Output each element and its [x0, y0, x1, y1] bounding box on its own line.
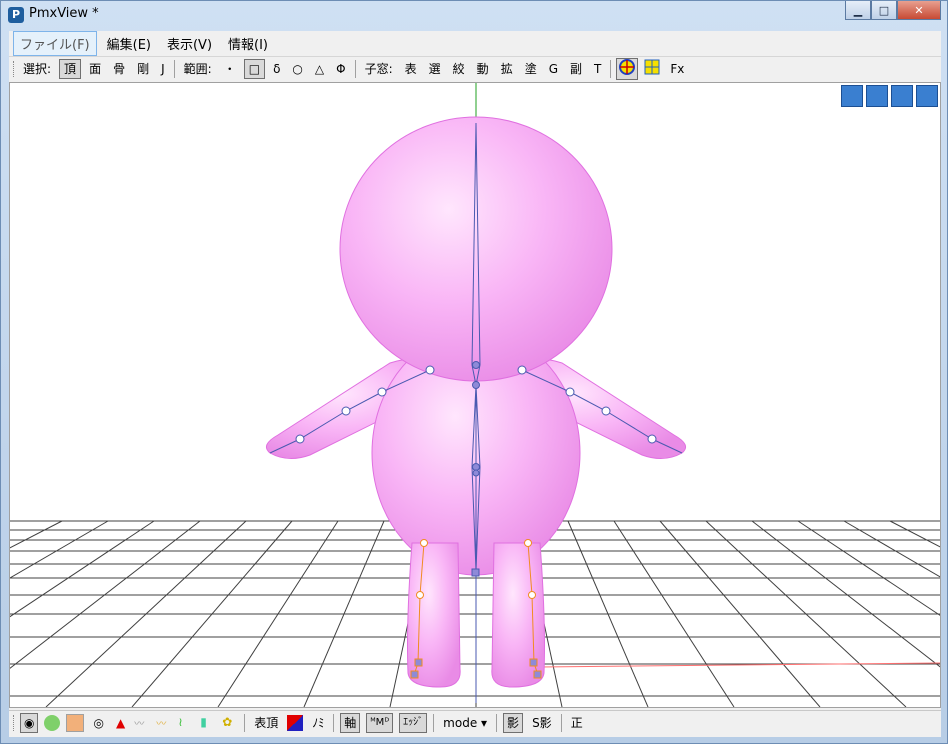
status-separator [333, 714, 335, 732]
toolbar-separator [173, 60, 175, 78]
aqua-icon[interactable]: ▮ [200, 715, 216, 731]
window-title: PmxView * [29, 6, 99, 21]
scene[interactable] [10, 83, 940, 707]
ortho-toggle[interactable]: 正 [568, 714, 586, 732]
range-delta-button[interactable]: δ [269, 60, 284, 78]
move-icon[interactable] [866, 85, 888, 107]
vertex-dot-toggle[interactable]: ◉ [20, 713, 39, 733]
menu-bar: ファイル(F) 編集(E) 表示(V) 情報(I) [9, 30, 941, 56]
range-circle-button[interactable]: ○ [288, 60, 306, 78]
fx-button[interactable]: Fx [666, 60, 688, 78]
range-rect-button[interactable]: □ [243, 59, 266, 79]
vertex-label[interactable]: 表頂 [251, 714, 281, 732]
select-bone-button[interactable]: 骨 [109, 60, 129, 78]
status-separator [244, 714, 246, 732]
yellow-icon[interactable]: ✿ [222, 715, 238, 731]
range-point-button[interactable]: ・ [220, 60, 240, 78]
zoom-icon[interactable] [891, 85, 913, 107]
select-face-button[interactable]: 面 [85, 60, 105, 78]
toolbar: 選択: 頂 面 骨 剛 J 範囲: ・ □ δ ○ △ Φ 子窓: 表 選 絞 … [9, 56, 941, 81]
mesh-icon[interactable] [44, 715, 61, 731]
3d-viewport[interactable] [9, 82, 941, 708]
mi-label[interactable]: ﾉﾐ [309, 714, 327, 732]
select-vertex-button[interactable]: 頂 [59, 59, 82, 79]
child-table-button[interactable]: 表 [401, 60, 421, 78]
close-button[interactable]: ✕ [897, 1, 941, 20]
child-filter-button[interactable]: 絞 [449, 60, 469, 78]
shadow-toggle[interactable]: 影 [503, 713, 524, 733]
child-select-button[interactable]: 選 [425, 60, 445, 78]
range-phi-button[interactable]: Φ [332, 60, 349, 78]
target-icon [619, 59, 636, 75]
rotate-icon[interactable] [916, 85, 938, 107]
self-shadow-toggle[interactable]: S影 [529, 714, 555, 732]
app-window: P PmxView * ▁ □ ✕ ファイル(F) 編集(E) 表示(V) 情報… [0, 0, 948, 744]
mode-dropdown[interactable]: mode ▾ [440, 714, 490, 732]
app-icon: P [8, 7, 24, 23]
minimize-button[interactable]: ▁ [845, 1, 871, 20]
circle-toggle[interactable]: ◎ [90, 714, 106, 732]
title-bar: P PmxView * ▁ □ ✕ [1, 1, 947, 28]
gold-icon[interactable]: 〰 [156, 715, 172, 731]
green-icon[interactable]: ≀ [178, 715, 194, 731]
menu-view[interactable]: 表示(V) [161, 32, 218, 55]
child-g-button[interactable]: G [545, 60, 562, 78]
child-t-button[interactable]: T [590, 60, 605, 78]
edge-toggle[interactable]: ｴｯｼﾞ [399, 713, 428, 733]
client-area: ファイル(F) 編集(E) 表示(V) 情報(I) 選択: 頂 面 骨 剛 J … [9, 30, 941, 737]
child-sub-button[interactable]: 副 [566, 60, 586, 78]
child-paint-button[interactable]: 塗 [521, 60, 541, 78]
statusbar-grip[interactable] [13, 715, 17, 731]
camera-target-button[interactable] [616, 58, 639, 80]
child-window-label: 子窓: [364, 62, 393, 76]
status-separator [496, 714, 498, 732]
pan-icon[interactable] [841, 85, 863, 107]
triangle-icon[interactable]: ▲ [113, 714, 128, 732]
grid-icon [644, 59, 660, 75]
grid-view-button[interactable] [642, 59, 662, 79]
menu-file[interactable]: ファイル(F) [13, 30, 97, 56]
select-label: 選択: [23, 62, 52, 76]
toolbar-separator [354, 60, 356, 78]
grid-toggle-icon[interactable] [66, 714, 85, 732]
menu-edit[interactable]: 編集(E) [101, 32, 157, 55]
range-label: 範囲: [183, 62, 212, 76]
status-separator [560, 714, 562, 732]
select-rigid-button[interactable]: 剛 [133, 60, 153, 78]
axis-toggle[interactable]: 軸 [340, 713, 361, 733]
status-bar: ◉ ◎ ▲ 〰 〰 ≀ ▮ ✿ 表頂 ﾉﾐ 軸 ᴹMᴰ ｴｯｼﾞ mode ▾ … [9, 710, 941, 735]
md-toggle[interactable]: ᴹMᴰ [366, 713, 394, 733]
status-separator [433, 714, 435, 732]
maximize-button[interactable]: □ [871, 1, 897, 20]
select-joint-button[interactable]: J [157, 60, 169, 78]
range-triangle-button[interactable]: △ [311, 60, 328, 78]
toolbar-separator [610, 60, 612, 78]
view-controls [841, 85, 938, 107]
wave-icon[interactable]: 〰 [134, 715, 150, 731]
child-move-button[interactable]: 動 [473, 60, 493, 78]
color-icon[interactable] [287, 715, 304, 731]
menu-info[interactable]: 情報(I) [222, 32, 274, 55]
toolbar-grip[interactable] [13, 61, 17, 77]
child-scale-button[interactable]: 拡 [497, 60, 517, 78]
